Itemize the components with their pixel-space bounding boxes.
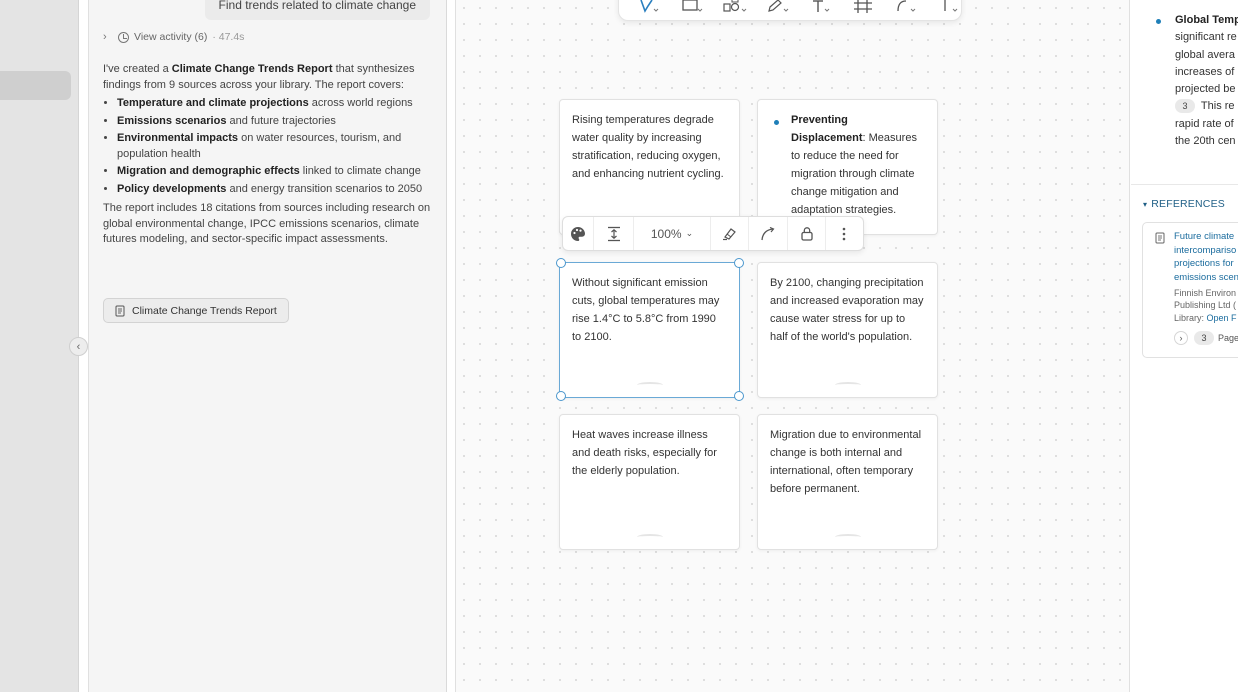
activity-duration: · 47.4s	[212, 31, 245, 43]
references-toggle[interactable]: ▾ REFERENCES	[1143, 198, 1225, 210]
whiteboard-canvas[interactable]: Rising temperatures degrade water qualit…	[455, 0, 1130, 692]
reference-card[interactable]: Future climate intercompariso projection…	[1142, 222, 1238, 358]
card-text: Heat waves increase illness and death ri…	[572, 429, 717, 477]
card-text: By 2100, changing precipitation and incr…	[770, 277, 924, 343]
list-item: Emissions scenarios and future trajector…	[117, 114, 433, 130]
list-item: Environmental impacts on water resources…	[117, 131, 433, 162]
rectangle-icon	[682, 0, 703, 12]
pen-tool[interactable]	[766, 0, 790, 13]
message-closing: The report includes 18 citations from so…	[103, 202, 431, 245]
message-bullets: Temperature and climate projections acro…	[117, 96, 433, 197]
more-tools[interactable]	[937, 0, 961, 13]
align-button[interactable]	[594, 217, 634, 250]
frame-icon	[854, 0, 873, 13]
resize-handle-top-right[interactable]	[734, 258, 744, 268]
message-intro: I've created a Climate Change Trends Rep…	[103, 63, 415, 91]
chevron-down-icon: ⌄	[685, 228, 694, 238]
report-button-label: Climate Change Trends Report	[132, 304, 277, 317]
chevron-left-icon: ‹	[76, 340, 81, 353]
sticky-card-selected[interactable]: Without significant emission cuts, globa…	[559, 262, 740, 398]
lock-icon	[800, 227, 813, 241]
collapse-sidebar-button[interactable]: ‹	[69, 337, 88, 356]
open-report-button[interactable]: Climate Change Trends Report	[103, 298, 289, 323]
report-paragraph: Global Temp significant re global avera …	[1175, 12, 1238, 150]
card-drag-handle[interactable]	[636, 382, 663, 388]
view-activity-toggle[interactable]: › View activity (6) · 47.4s	[103, 31, 244, 43]
left-sidebar	[0, 0, 79, 692]
shape-tool[interactable]	[680, 0, 704, 13]
card-heading: Preventing Displacement	[791, 114, 863, 144]
chat-panel: Find trends related to climate change › …	[88, 0, 447, 692]
list-item: Migration and demographic effects linked…	[117, 164, 433, 180]
card-context-toolbar: 100% ⌄	[562, 216, 864, 251]
citation-badge[interactable]: 3	[1175, 99, 1195, 114]
connector-icon	[897, 0, 916, 12]
frame-tool[interactable]	[851, 0, 875, 13]
report-heading: Global Temp	[1175, 14, 1238, 26]
resize-handle-bottom-left[interactable]	[556, 391, 566, 401]
report-content: Global Temp significant re global avera …	[1131, 0, 1238, 185]
list-item: Policy developments and energy transitio…	[117, 182, 433, 198]
connect-button[interactable]	[749, 217, 788, 250]
citation-badge[interactable]: 3	[1194, 331, 1214, 345]
card-drag-handle[interactable]	[636, 534, 663, 540]
document-icon	[1155, 232, 1165, 244]
card-text: Without significant emission cuts, globa…	[572, 277, 720, 343]
components-tool[interactable]	[723, 0, 747, 13]
reference-title[interactable]: Future climate intercompariso projection…	[1174, 230, 1238, 284]
highlight-button[interactable]	[711, 217, 749, 250]
sticky-card[interactable]: Migration due to environmental change is…	[757, 414, 938, 550]
document-icon	[115, 305, 125, 316]
shapes-icon	[723, 0, 747, 12]
chevron-down-icon: ▾	[1143, 199, 1148, 209]
card-text: Rising temperatures degrade water qualit…	[572, 114, 724, 180]
card-text: : Measures to reduce the need for migrat…	[791, 132, 917, 216]
arrow-curve-icon	[761, 226, 775, 240]
resize-handle-top-left[interactable]	[556, 258, 566, 268]
reference-nav: › 3 Page	[1174, 331, 1238, 345]
more-options-button[interactable]	[826, 217, 862, 250]
sticky-card[interactable]: Preventing Displacement: Measures to red…	[757, 99, 938, 235]
list-item: Temperature and climate projections acro…	[117, 96, 433, 112]
clock-icon	[118, 31, 129, 43]
palette-icon	[571, 226, 585, 241]
color-button[interactable]	[563, 217, 594, 250]
bullet-icon	[1156, 19, 1161, 24]
card-drag-handle[interactable]	[834, 534, 861, 540]
sidebar-active-item[interactable]	[0, 71, 71, 100]
resize-handle-bottom-right[interactable]	[734, 391, 744, 401]
more-vertical-icon	[842, 227, 846, 240]
expand-reference-button[interactable]: ›	[1174, 331, 1188, 345]
canvas-toolbar	[618, 0, 962, 21]
select-tool[interactable]	[637, 0, 661, 13]
report-panel: Global Temp significant re global avera …	[1131, 0, 1238, 692]
sticky-card[interactable]: By 2100, changing precipitation and incr…	[757, 262, 938, 398]
highlighter-icon	[722, 227, 736, 240]
bullet-icon	[774, 120, 779, 125]
sticky-card[interactable]: Heat waves increase illness and death ri…	[559, 414, 740, 550]
reference-meta: Finnish Environ Publishing Ltd ( Library…	[1174, 288, 1237, 323]
text-icon	[812, 0, 829, 12]
zoom-dropdown[interactable]: 100% ⌄	[634, 217, 711, 250]
card-text: Migration due to environmental change is…	[770, 429, 922, 495]
lock-button[interactable]	[788, 217, 826, 250]
activity-label: View activity (6)	[134, 31, 208, 43]
pen-icon	[767, 0, 788, 12]
zoom-value: 100%	[650, 226, 682, 241]
card-drag-handle[interactable]	[834, 382, 861, 388]
chevron-right-icon: ›	[103, 31, 107, 43]
cursor-icon	[640, 0, 659, 13]
vertical-align-icon	[607, 226, 620, 241]
sticky-card[interactable]: Rising temperatures degrade water qualit…	[559, 99, 740, 235]
connector-tool[interactable]	[894, 0, 918, 13]
assistant-message: I've created a Climate Change Trends Rep…	[103, 62, 433, 248]
chevron-right-icon: ›	[1179, 333, 1183, 343]
page-label: Page	[1218, 333, 1238, 343]
user-message: Find trends related to climate change	[204, 0, 430, 20]
plus-icon	[944, 0, 958, 12]
text-tool[interactable]	[809, 0, 833, 13]
library-link[interactable]: Open F	[1207, 313, 1237, 323]
references-label: REFERENCES	[1151, 198, 1225, 210]
